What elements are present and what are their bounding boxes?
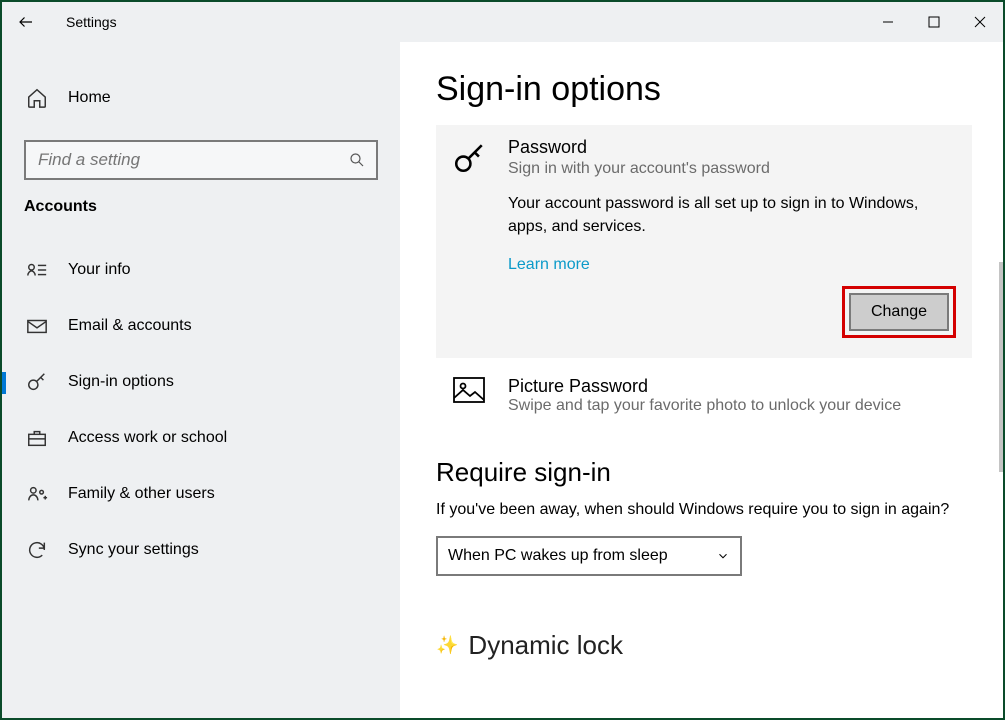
sidebar-item-sync[interactable]: Sync your settings xyxy=(2,522,400,578)
sidebar-home-label: Home xyxy=(68,89,111,107)
select-value: When PC wakes up from sleep xyxy=(448,547,668,565)
scrollbar[interactable] xyxy=(999,262,1003,472)
password-subtitle: Sign in with your account's password xyxy=(508,160,956,178)
dynamic-lock-heading: ✨ Dynamic lock xyxy=(436,630,1003,661)
change-button[interactable]: Change xyxy=(849,293,949,331)
sidebar-item-label: Your info xyxy=(68,261,131,279)
password-title: Password xyxy=(508,137,956,158)
sidebar-home[interactable]: Home xyxy=(2,70,400,126)
sidebar: Home Accounts Your info Email & accounts xyxy=(2,42,400,718)
sidebar-section-title: Accounts xyxy=(2,198,400,216)
search-icon xyxy=(348,151,366,169)
require-signin-select[interactable]: When PC wakes up from sleep xyxy=(436,536,742,576)
sidebar-item-family[interactable]: Family & other users xyxy=(2,466,400,522)
maximize-button[interactable] xyxy=(911,2,957,42)
window-title: Settings xyxy=(66,14,117,30)
sidebar-item-label: Email & accounts xyxy=(68,317,192,335)
sync-icon xyxy=(24,537,50,563)
learn-more-link[interactable]: Learn more xyxy=(508,256,590,274)
picture-password-title: Picture Password xyxy=(508,376,901,397)
picture-password-row[interactable]: Picture Password Swipe and tap your favo… xyxy=(436,358,972,415)
sidebar-item-work-school[interactable]: Access work or school xyxy=(2,410,400,466)
back-button[interactable] xyxy=(10,6,42,38)
change-button-highlight: Change xyxy=(842,286,956,338)
sidebar-item-your-info[interactable]: Your info xyxy=(2,242,400,298)
mail-icon xyxy=(24,313,50,339)
close-button[interactable] xyxy=(957,2,1003,42)
password-card: Password Sign in with your account's pas… xyxy=(436,125,972,358)
briefcase-icon xyxy=(24,425,50,451)
sidebar-item-signin-options[interactable]: Sign-in options xyxy=(2,354,400,410)
chevron-down-icon xyxy=(716,549,730,563)
sidebar-item-label: Sync your settings xyxy=(68,541,199,559)
sidebar-item-label: Access work or school xyxy=(68,429,227,447)
picture-password-subtitle: Swipe and tap your favorite photo to unl… xyxy=(508,397,901,415)
require-signin-question: If you've been away, when should Windows… xyxy=(436,498,972,521)
password-description: Your account password is all set up to s… xyxy=(508,192,956,238)
page-title: Sign-in options xyxy=(436,70,1003,109)
picture-icon xyxy=(452,376,492,415)
sidebar-item-email[interactable]: Email & accounts xyxy=(2,298,400,354)
key-icon xyxy=(24,369,50,395)
minimize-button[interactable] xyxy=(865,2,911,42)
search-input[interactable] xyxy=(36,149,348,171)
sparkle-icon: ✨ xyxy=(436,635,458,656)
home-icon xyxy=(24,85,50,111)
people-icon xyxy=(24,481,50,507)
main-content: Sign-in options Password Sign in with yo… xyxy=(400,42,1003,718)
user-card-icon xyxy=(24,257,50,283)
require-signin-heading: Require sign-in xyxy=(436,457,1003,488)
sidebar-item-label: Sign-in options xyxy=(68,373,174,391)
sidebar-item-label: Family & other users xyxy=(68,485,215,503)
key-icon xyxy=(452,137,492,338)
search-box[interactable] xyxy=(24,140,378,180)
titlebar: Settings xyxy=(2,2,1003,42)
